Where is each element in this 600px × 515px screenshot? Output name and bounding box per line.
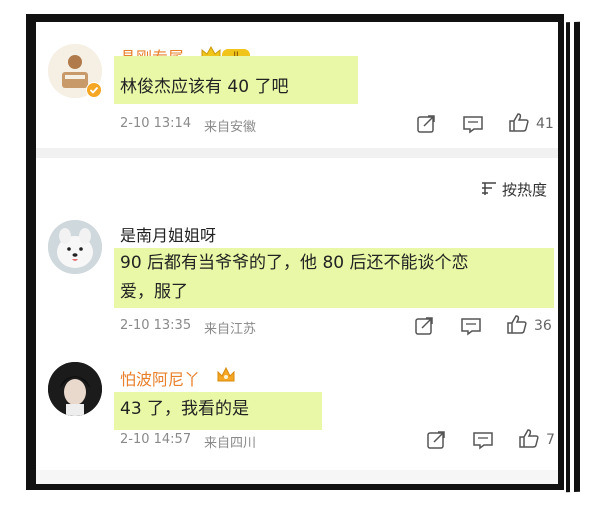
comment-time: 2-10 13:14: [120, 116, 192, 131]
sort-by-hot[interactable]: 按热度: [502, 179, 547, 200]
section-divider: [36, 148, 558, 158]
comment-list: 晶刚专属 II 林俊杰应该有 40 了吧 2-10 13:14 来自安徽 41 …: [36, 22, 558, 484]
sort-icon[interactable]: [480, 180, 498, 196]
share-icon[interactable]: [416, 114, 438, 134]
like-count: 7: [546, 432, 555, 448]
share-icon[interactable]: [426, 430, 448, 450]
next-item-peek: [36, 470, 558, 484]
username[interactable]: 是南月姐姐呀: [120, 222, 216, 246]
comment-source: 来自四川: [204, 436, 257, 451]
username[interactable]: 怕波阿尼丫: [120, 366, 200, 390]
comment-time: 2-10 13:35: [120, 318, 192, 333]
share-icon[interactable]: [414, 316, 436, 336]
like-icon[interactable]: [508, 112, 530, 132]
like-count: 41: [536, 116, 554, 132]
like-icon[interactable]: [506, 314, 528, 334]
vip-crown-icon: [217, 366, 235, 382]
comment-source: 来自江苏: [204, 322, 257, 337]
comment-icon[interactable]: [460, 316, 482, 336]
comment-text-line2: 爱，服了: [120, 282, 188, 302]
comment-source: 来自安徽: [204, 120, 257, 135]
avatar[interactable]: [48, 362, 102, 416]
comment-time: 2-10 14:57: [120, 432, 192, 447]
verified-badge-icon: [86, 82, 102, 98]
screenshot-frame-edge: [566, 21, 580, 493]
comment-text: 林俊杰应该有 40 了吧: [120, 77, 289, 97]
avatar[interactable]: [48, 220, 102, 274]
like-count: 36: [534, 318, 552, 334]
comment-icon[interactable]: [462, 114, 484, 134]
comment-icon[interactable]: [472, 430, 494, 450]
comment-text: 43 了，我看的是: [120, 399, 250, 419]
comment-text-line1: 90 后都有当爷爷的了，他 80 后还不能谈个恋: [120, 253, 469, 273]
like-icon[interactable]: [518, 428, 540, 448]
